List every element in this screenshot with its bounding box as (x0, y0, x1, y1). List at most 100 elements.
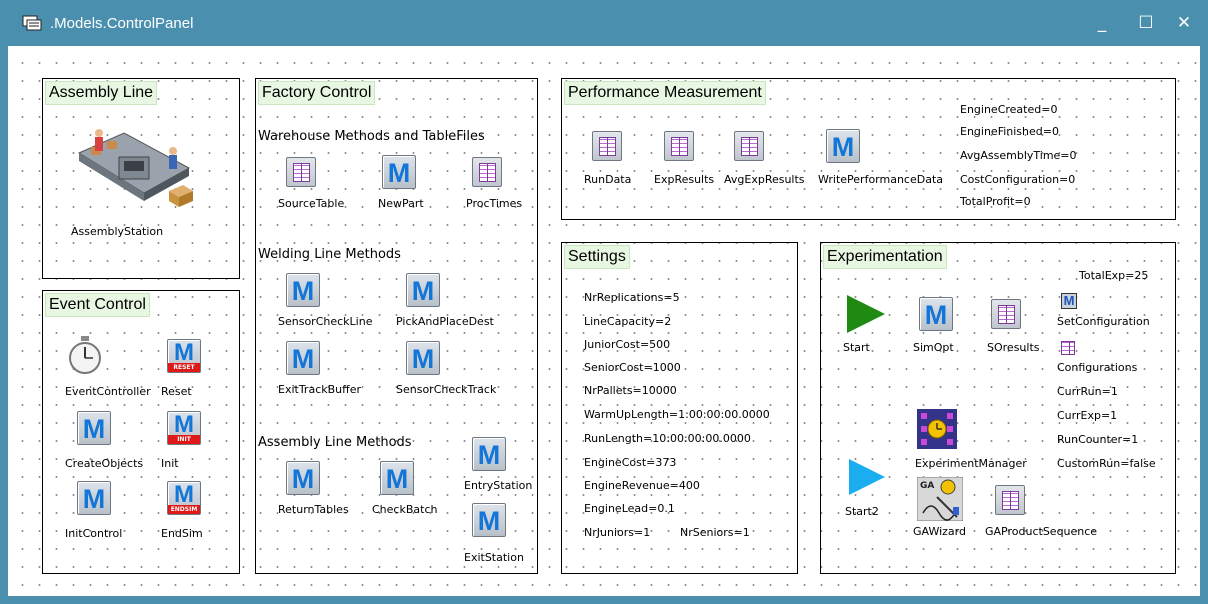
proc-times-label: ProcTimes (466, 197, 523, 210)
engine-created-value[interactable]: EngineCreated=0 (960, 103, 1057, 117)
window-title: .Models.ControlPanel (50, 15, 194, 32)
run-data-label: RunData (584, 173, 632, 186)
engine-lead-value[interactable]: EngineLead=0.1 (584, 502, 675, 516)
ga-wizard-icon[interactable]: GA (917, 477, 963, 521)
soresults-icon[interactable] (991, 299, 1021, 329)
junior-cost-value[interactable]: JuniorCost=500 (584, 338, 670, 352)
warehouse-section-header: Warehouse Methods and TableFiles (258, 129, 485, 144)
settings-title: Settings (564, 245, 630, 269)
write-performance-data-label: WritePerformanceData (818, 173, 944, 186)
init-control-label: InitControl (65, 527, 123, 540)
reset-label: Reset (161, 385, 192, 398)
proc-times-icon[interactable] (472, 157, 502, 187)
endsim-label: EndSim (161, 527, 203, 540)
experimentation-title: Experimentation (823, 245, 947, 269)
sensor-check-track-method-icon[interactable]: M (406, 341, 440, 375)
curr-run-value[interactable]: CurrRun=1 (1057, 385, 1118, 399)
engine-cost-value[interactable]: EngineCost=373 (584, 456, 676, 470)
model-canvas[interactable]: Assembly Line AssemblyStation Event Cont… (8, 46, 1200, 596)
exit-station-method-icon[interactable]: M (472, 503, 506, 537)
reset-method-icon[interactable]: M RESET (167, 339, 201, 373)
exp-results-icon[interactable] (664, 131, 694, 161)
source-table-label: SourceTable (278, 197, 345, 210)
line-capacity-value[interactable]: LineCapacity=2 (584, 315, 671, 329)
assembly-line-title: Assembly Line (45, 81, 158, 105)
performance-title: Performance Measurement (564, 81, 766, 105)
sensor-check-line-method-icon[interactable]: M (286, 273, 320, 307)
configurations-icon[interactable] (1061, 341, 1077, 357)
new-part-method-icon[interactable]: M (382, 155, 416, 189)
pick-and-place-dest-label: PickAndPlaceDest (396, 315, 494, 328)
minimize-button[interactable]: _ (1084, 10, 1120, 36)
custom-run-value[interactable]: CustomRun=false (1057, 457, 1156, 471)
simopt-method-icon[interactable]: M (919, 297, 953, 331)
nr-replications-value[interactable]: NrReplications=5 (584, 291, 680, 305)
start2-label: Start2 (845, 505, 879, 518)
init-control-method-icon[interactable]: M (77, 481, 111, 515)
endsim-method-icon[interactable]: M ENDSIM (167, 481, 201, 515)
check-batch-method-icon[interactable]: M (380, 461, 414, 495)
entry-station-label: EntryStation (464, 479, 533, 492)
experiment-manager-label: ExperimentManager (915, 457, 1027, 470)
soresults-label: SOresults (987, 341, 1040, 354)
title-bar: .Models.ControlPanel _ ☐ ✕ (0, 0, 1208, 46)
new-part-label: NewPart (378, 197, 424, 210)
assembly-station-icon[interactable] (69, 123, 199, 218)
factory-control-frame: Factory Control Warehouse Methods and Ta… (255, 78, 538, 574)
avg-exp-results-label: AvgExpResults (724, 173, 805, 186)
exit-track-buffer-label: ExitTrackBuffer (278, 383, 361, 396)
welding-section-header: Welding Line Methods (258, 247, 401, 262)
configurations-label: Configurations (1057, 361, 1138, 374)
entry-station-method-icon[interactable]: M (472, 437, 506, 471)
simopt-label: SimOpt (913, 341, 954, 354)
assembly-section-header: Assembly Line Methods (258, 435, 412, 450)
assembly-station-label: AssemblyStation (71, 225, 164, 238)
init-label: Init (161, 457, 179, 470)
pick-and-place-dest-method-icon[interactable]: M (406, 273, 440, 307)
total-profit-value[interactable]: TotalProfit=0 (960, 195, 1031, 209)
total-exp-value[interactable]: TotalExp=25 (1079, 269, 1148, 283)
ga-product-sequence-label: GAProductSequence (985, 525, 1098, 538)
init-method-icon[interactable]: M INIT (167, 411, 201, 445)
start2-play-icon[interactable] (847, 457, 887, 497)
run-counter-value[interactable]: RunCounter=1 (1057, 433, 1138, 447)
avg-assembly-time-value[interactable]: AvgAssemblyTime=0 (960, 149, 1077, 163)
source-table-icon[interactable] (286, 157, 316, 187)
ga-wizard-label: GAWizard (913, 525, 966, 538)
run-data-icon[interactable] (592, 131, 622, 161)
nr-seniors-value[interactable]: NrSeniors=1 (680, 526, 750, 540)
cost-configuration-value[interactable]: CostConfiguration=0 (960, 173, 1075, 187)
engine-finished-value[interactable]: EngineFinished=0 (960, 125, 1059, 139)
engine-revenue-value[interactable]: EngineRevenue=400 (584, 479, 700, 493)
ga-product-sequence-icon[interactable] (995, 485, 1025, 515)
sensor-check-line-label: SensorCheckLine (278, 315, 373, 328)
avg-exp-results-icon[interactable] (734, 131, 764, 161)
settings-frame: Settings NrReplications=5 LineCapacity=2… (561, 242, 798, 574)
close-button[interactable]: ✕ (1166, 10, 1202, 36)
sensor-check-track-label: SensorCheckTrack (396, 383, 497, 396)
stopwatch-icon[interactable] (67, 335, 103, 375)
svg-text:GA: GA (920, 481, 934, 491)
set-configuration-method-icon[interactable]: M (1061, 293, 1077, 309)
exit-track-buffer-method-icon[interactable]: M (286, 341, 320, 375)
warm-up-length-value[interactable]: WarmUpLength=1:00:00:00.0000 (584, 408, 770, 422)
start-play-icon[interactable] (845, 293, 887, 335)
factory-control-title: Factory Control (258, 81, 376, 105)
event-control-frame: Event Control EventController M RESET Res… (42, 290, 240, 574)
maximize-button[interactable]: ☐ (1128, 10, 1164, 36)
exit-station-label: ExitStation (464, 551, 524, 564)
senior-cost-value[interactable]: SeniorCost=1000 (584, 361, 681, 375)
curr-exp-value[interactable]: CurrExp=1 (1057, 409, 1117, 423)
run-length-value[interactable]: RunLength=10:00:00:00.0000 (584, 432, 751, 446)
return-tables-method-icon[interactable]: M (286, 461, 320, 495)
event-controller-label: EventController (65, 385, 151, 398)
event-control-title: Event Control (45, 293, 150, 317)
performance-frame: Performance Measurement RunData ExpResul… (561, 78, 1176, 220)
create-objects-method-icon[interactable]: M (77, 411, 111, 445)
experimentation-frame: Experimentation TotalExp=25 Start M SimO… (820, 242, 1176, 574)
nr-juniors-value[interactable]: NrJuniors=1 (584, 526, 650, 540)
experiment-manager-icon[interactable] (917, 409, 957, 449)
nr-pallets-value[interactable]: NrPallets=10000 (584, 384, 677, 398)
write-performance-data-method-icon[interactable]: M (826, 129, 860, 163)
app-icon (22, 15, 42, 31)
